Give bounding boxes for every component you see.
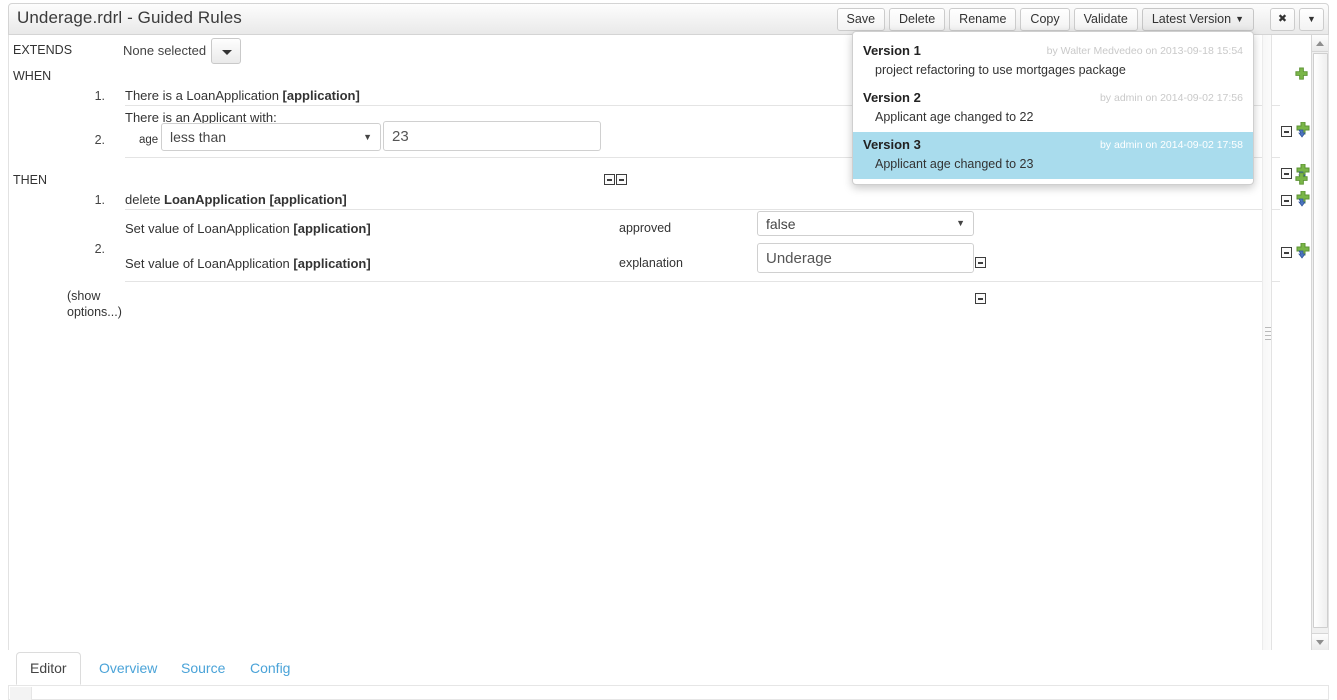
version-item-3[interactable]: Version 3 by admin on 2014-09-02 17:58 A…	[853, 132, 1253, 179]
when-value-text: 23	[392, 128, 409, 145]
chevron-down-icon: ▼	[1235, 9, 1244, 30]
show-options-link[interactable]: (show options...)	[67, 288, 137, 320]
then-row-2-action-line-1[interactable]: Set value of LoanApplication [applicatio…	[125, 221, 371, 236]
then-row-1-divider	[125, 209, 1280, 210]
when-row-2-number: 2.	[81, 133, 105, 147]
version-item-message: Applicant age changed to 22	[875, 110, 1243, 124]
bottom-status-panel	[8, 685, 1329, 700]
latest-version-label: Latest Version	[1152, 12, 1231, 26]
rename-button[interactable]: Rename	[949, 8, 1016, 31]
chevron-down-icon: ▼	[363, 133, 372, 142]
validate-button[interactable]: Validate	[1074, 8, 1138, 31]
add-below-icon-then-row-1[interactable]	[1295, 191, 1311, 207]
when-section-label: WHEN	[13, 69, 51, 83]
collapse-icon-then-row-2[interactable]	[1281, 247, 1292, 258]
when-operator-value: less than	[170, 130, 226, 144]
tab-config[interactable]: Config	[237, 652, 303, 685]
latest-version-dropdown-button[interactable]: Latest Version ▼	[1142, 8, 1254, 31]
then-field-explanation-label: explanation	[619, 256, 683, 270]
then-row-2-action-line-2[interactable]: Set value of LoanApplication [applicatio…	[125, 256, 371, 271]
editor-tabbar: Editor Overview Source Config	[8, 652, 1329, 685]
close-button[interactable]: ✖	[1270, 8, 1295, 31]
left-splitter[interactable]: ||	[8, 35, 9, 650]
add-icon-then[interactable]	[1294, 172, 1309, 187]
then-explanation-value: Underage	[766, 250, 832, 267]
collapse-icon-when-row-2[interactable]	[1281, 168, 1292, 179]
copy-button[interactable]: Copy	[1020, 8, 1069, 31]
then-field-approved-label: approved	[619, 221, 671, 235]
when-row-1-text: There is a LoanApplication	[125, 88, 283, 103]
then-section-label: THEN	[13, 173, 47, 187]
then-row-2-binding-2: [application]	[293, 256, 370, 271]
then-row-2-text-1: Set value of LoanApplication	[125, 221, 293, 236]
collapse-icon-when-row-1[interactable]	[1281, 126, 1292, 137]
extends-selection-value: None selected	[123, 43, 206, 58]
when-row-1-number: 1.	[81, 89, 105, 103]
when-row-2-field-label: age	[139, 134, 158, 146]
add-below-icon-when-row-1[interactable]	[1295, 122, 1311, 138]
when-row-1-binding: [application]	[283, 88, 360, 103]
tab-source[interactable]: Source	[168, 652, 238, 685]
editor-toolbar: Save Delete Rename Copy Validate Latest …	[837, 8, 1324, 31]
when-value-constraint-icon-a[interactable]	[604, 174, 615, 185]
then-explanation-remove-icon[interactable]	[975, 293, 986, 304]
then-approved-value: false	[766, 217, 796, 231]
guided-rules-editor-window: Underage.rdrl - Guided Rules Save Delete…	[0, 0, 1337, 700]
when-operator-dropdown[interactable]: less than ▼	[161, 123, 381, 151]
then-row-2-divider	[125, 281, 1280, 282]
when-row-1-pattern[interactable]: There is a LoanApplication [application]	[125, 88, 360, 103]
version-item-meta: by Walter Medvedeo on 2013-09-18 15:54	[1047, 45, 1243, 57]
window-menu-button[interactable]: ▼	[1299, 8, 1324, 31]
version-item-1[interactable]: Version 1 by Walter Medvedeo on 2013-09-…	[853, 38, 1253, 85]
collapse-icon-then-row-1[interactable]	[1281, 195, 1292, 206]
right-splitter[interactable]	[1262, 35, 1272, 650]
version-item-meta: by admin on 2014-09-02 17:58	[1100, 139, 1243, 151]
then-row-1-number: 1.	[81, 193, 105, 207]
then-approved-dropdown[interactable]: false ▼	[757, 211, 974, 236]
window-title: Underage.rdrl - Guided Rules	[17, 8, 242, 28]
when-value-input[interactable]: 23	[383, 121, 601, 151]
add-icon-when[interactable]	[1294, 67, 1309, 82]
version-item-message: Applicant age changed to 23	[875, 157, 1243, 171]
scroll-up-arrow-icon[interactable]	[1312, 35, 1329, 52]
save-button[interactable]: Save	[837, 8, 886, 31]
splitter-grip-icon	[1265, 324, 1271, 343]
tab-overview[interactable]: Overview	[86, 652, 170, 685]
then-explanation-input[interactable]: Underage	[757, 243, 974, 273]
then-row-1-text: delete	[125, 192, 164, 207]
then-approved-remove-icon[interactable]	[975, 257, 986, 268]
then-row-2-binding-1: [application]	[293, 221, 370, 236]
version-item-2[interactable]: Version 2 by admin on 2014-09-02 17:56 A…	[853, 85, 1253, 132]
tab-editor[interactable]: Editor	[16, 652, 81, 685]
then-row-1-action[interactable]: delete LoanApplication [application]	[125, 192, 347, 207]
chevron-down-icon: ▼	[956, 219, 965, 228]
when-value-constraint-icon-b[interactable]	[616, 174, 627, 185]
extends-dropdown-button[interactable]	[211, 38, 241, 64]
vertical-scrollbar[interactable]	[1311, 35, 1328, 650]
scroll-down-arrow-icon[interactable]	[1312, 633, 1329, 650]
version-item-message: project refactoring to use mortgages pac…	[875, 63, 1243, 77]
version-item-meta: by admin on 2014-09-02 17:56	[1100, 92, 1243, 104]
then-row-2-number: 2.	[81, 242, 105, 256]
then-row-2-text-2: Set value of LoanApplication	[125, 256, 293, 271]
add-below-icon-then-row-2[interactable]	[1295, 243, 1311, 259]
delete-button[interactable]: Delete	[889, 8, 945, 31]
bottom-panel-left-cell	[10, 687, 32, 700]
scrollbar-thumb[interactable]	[1313, 53, 1328, 628]
extends-section-label: EXTENDS	[13, 43, 72, 57]
version-history-dropdown: Version 1 by Walter Medvedeo on 2013-09-…	[852, 31, 1254, 185]
then-row-1-binding: LoanApplication [application]	[164, 192, 347, 207]
